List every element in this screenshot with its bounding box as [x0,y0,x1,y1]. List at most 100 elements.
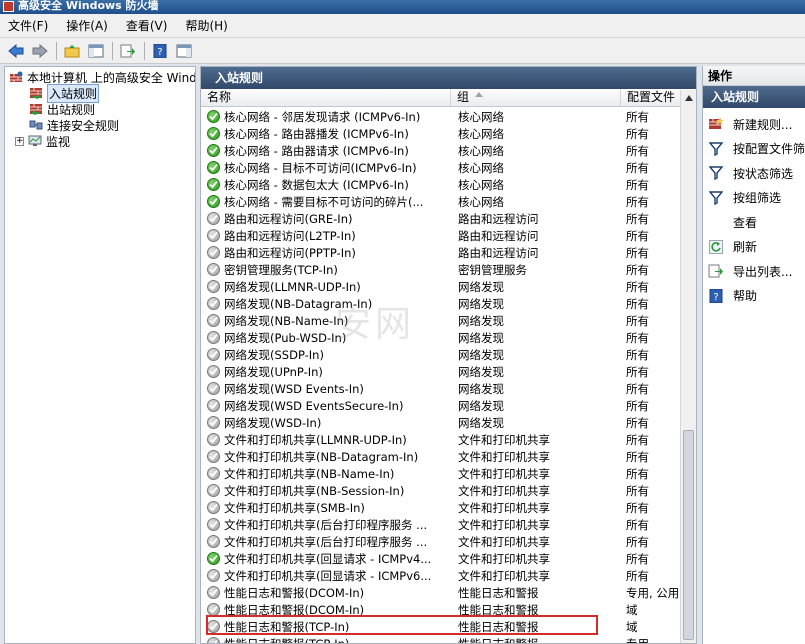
table-row[interactable]: 网络发现(WSD-In) 网络发现 所有 [201,414,681,431]
table-row[interactable]: 核心网络 - 数据包太大 (ICMPv6-In) 核心网络 所有 [201,176,681,193]
window-title: 高级安全 Windows 防火墙 [18,0,159,12]
column-header: 名称 组 配置文件 [201,89,696,107]
disabled-check-icon [207,484,220,497]
table-row[interactable]: 网络发现(Pub-WSD-In) 网络发现 所有 [201,329,681,346]
column-name[interactable]: 名称 [201,89,451,106]
menu-file[interactable]: 文件(F) [8,17,48,34]
table-row[interactable]: 文件和打印机共享(NB-Session-In) 文件和打印机共享 所有 [201,482,681,499]
menu-help[interactable]: 帮助(H) [185,17,227,34]
table-row[interactable]: 路由和远程访问(PPTP-In) 路由和远程访问 所有 [201,244,681,261]
rule-group: 文件和打印机共享 [458,432,550,447]
table-row[interactable]: 性能日志和警报(DCOM-In) 性能日志和警报 域 [201,601,681,618]
rule-profile: 所有 [626,347,649,362]
scroll-up-icon[interactable] [681,90,696,106]
view-action[interactable]: 查看 [703,210,805,235]
rule-name-cell: 核心网络 - 需要目标不可访问的碎片(... [201,194,451,210]
rule-name-cell: 网络发现(NB-Datagram-In) [201,296,451,312]
tree-root[interactable]: 本地计算机 上的高级安全 Windows [5,69,195,85]
rule-name-cell: 核心网络 - 路由器请求 (ICMPv6-In) [201,143,451,159]
rule-name-cell: 网络发现(NB-Name-In) [201,313,451,329]
show-action-pane-icon[interactable] [174,41,194,61]
table-row[interactable]: 核心网络 - 需要目标不可访问的碎片(... 核心网络 所有 [201,193,681,210]
column-group-label: 组 [457,90,470,104]
column-group[interactable]: 组 [451,89,621,106]
refresh-action[interactable]: 刷新 [703,235,805,260]
export-icon[interactable] [118,41,138,61]
up-folder-icon[interactable] [62,41,82,61]
expand-icon[interactable]: + [15,136,24,146]
console-tree-icon[interactable] [86,41,106,61]
menu-view[interactable]: 查看(V) [126,17,168,34]
disabled-check-icon [207,382,220,395]
rule-name-cell: 网络发现(SSDP-In) [201,347,451,363]
enabled-check-icon [207,552,220,565]
table-row[interactable]: 网络发现(LLMNR-UDP-In) 网络发现 所有 [201,278,681,295]
filter-by-profile-action[interactable]: 按配置文件筛 [703,137,805,162]
table-row[interactable]: 文件和打印机共享(回显请求 - ICMPv6... 文件和打印机共享 所有 [201,567,681,584]
firewall-icon [10,71,23,82]
rule-profile: 所有 [626,194,649,209]
scroll-thumb[interactable] [683,430,694,640]
rule-group: 核心网络 [458,194,504,209]
rule-group: 性能日志和警报 [458,619,539,634]
tree-item-monitoring[interactable]: + 监视 [5,133,195,149]
vertical-scrollbar[interactable] [680,90,696,643]
table-row[interactable]: 文件和打印机共享(后台打印程序服务 ... 文件和打印机共享 所有 [201,533,681,550]
rule-profile: 所有 [626,534,649,549]
filter-by-group-action[interactable]: 按组筛选 [703,186,805,211]
filter-icon [708,141,724,157]
tree-item-outbound-rules[interactable]: 出站规则 [5,101,195,117]
tree-item-connection-security-rules[interactable]: 连接安全规则 [5,117,195,133]
rule-name-cell: 核心网络 - 邻居发现请求 (ICMPv6-In) [201,109,451,125]
table-row[interactable]: 文件和打印机共享(后台打印程序服务 ... 文件和打印机共享 所有 [201,516,681,533]
inbound-rules-icon [30,88,42,99]
table-row[interactable]: 核心网络 - 路由器播发 (ICMPv6-In) 核心网络 所有 [201,125,681,142]
table-row[interactable]: 密钥管理服务(TCP-In) 密钥管理服务 所有 [201,261,681,278]
rule-name: 网络发现(Pub-WSD-In) [224,330,347,345]
rule-group: 网络发现 [458,381,504,396]
export-list-action[interactable]: 导出列表... [703,259,805,284]
table-row[interactable]: 网络发现(NB-Datagram-In) 网络发现 所有 [201,295,681,312]
table-row[interactable]: 文件和打印机共享(NB-Name-In) 文件和打印机共享 所有 [201,465,681,482]
disabled-check-icon [207,229,220,242]
rule-name-cell: 性能日志和警报(DCOM-In) [201,585,451,601]
help-icon[interactable]: ? [150,41,170,61]
table-row[interactable]: 文件和打印机共享(SMB-In) 文件和打印机共享 所有 [201,499,681,516]
rule-name-cell: 核心网络 - 数据包太大 (ICMPv6-In) [201,177,451,193]
table-row[interactable]: 网络发现(UPnP-In) 网络发现 所有 [201,363,681,380]
toolbar: ? [0,38,805,64]
table-row[interactable]: 性能日志和警报(TCP-In) 性能日志和警报 域 [201,618,681,635]
table-row[interactable]: 核心网络 - 邻居发现请求 (ICMPv6-In) 核心网络 所有 [201,108,681,125]
table-row[interactable]: 网络发现(SSDP-In) 网络发现 所有 [201,346,681,363]
rule-profile: 所有 [626,143,649,158]
table-row[interactable]: 路由和远程访问(GRE-In) 路由和远程访问 所有 [201,210,681,227]
table-row[interactable]: 网络发现(WSD EventsSecure-In) 网络发现 所有 [201,397,681,414]
help-action[interactable]: ? 帮助 [703,284,805,309]
table-row[interactable]: 性能日志和警报(TCP-In) 性能日志和警报 专用 [201,635,681,643]
rule-profile: 所有 [626,517,649,532]
rule-profile: 所有 [626,398,649,413]
tree-item-inbound-rules[interactable]: 入站规则 [5,83,195,103]
column-profile[interactable]: 配置文件 [621,89,683,106]
actions-pane: 操作 入站规则 新建规则... 按配置文件筛 按状态筛选 按组筛选 查看 刷新 导出列表..… [702,66,805,644]
filter-by-state-action[interactable]: 按状态筛选 [703,161,805,186]
forward-arrow-icon[interactable] [30,41,50,61]
rule-group: 文件和打印机共享 [458,483,550,498]
tree-item-label: 连接安全规则 [47,118,120,133]
rule-profile: 所有 [626,364,649,379]
new-rule-action[interactable]: 新建规则... [703,112,805,137]
table-row[interactable]: 性能日志和警报(DCOM-In) 性能日志和警报 专用, 公用 [201,584,681,601]
table-row[interactable]: 文件和打印机共享(NB-Datagram-In) 文件和打印机共享 所有 [201,448,681,465]
back-arrow-icon[interactable] [6,41,26,61]
table-row[interactable]: 网络发现(NB-Name-In) 网络发现 所有 [201,312,681,329]
toolbar-separator [56,41,57,60]
disabled-check-icon [207,348,220,361]
menu-action[interactable]: 操作(A) [66,17,108,34]
table-row[interactable]: 路由和远程访问(L2TP-In) 路由和远程访问 所有 [201,227,681,244]
table-row[interactable]: 核心网络 - 路由器请求 (ICMPv6-In) 核心网络 所有 [201,142,681,159]
table-row[interactable]: 文件和打印机共享(LLMNR-UDP-In) 文件和打印机共享 所有 [201,431,681,448]
disabled-check-icon [207,246,220,259]
table-row[interactable]: 核心网络 - 目标不可访问(ICMPv6-In) 核心网络 所有 [201,159,681,176]
table-row[interactable]: 文件和打印机共享(回显请求 - ICMPv4... 文件和打印机共享 所有 [201,550,681,567]
table-row[interactable]: 网络发现(WSD Events-In) 网络发现 所有 [201,380,681,397]
